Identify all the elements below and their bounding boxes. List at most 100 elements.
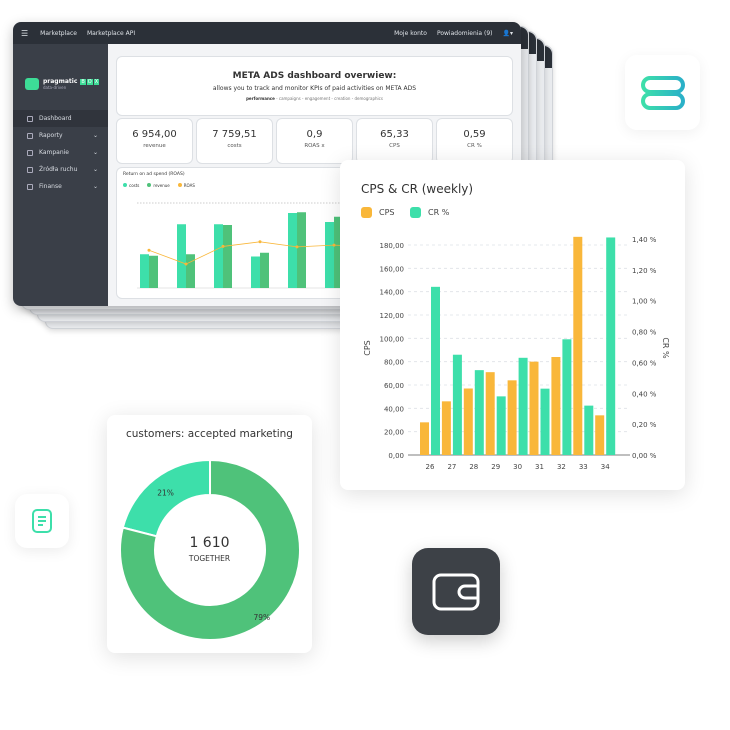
wallet-tile [412,548,500,635]
y-tick-label: 0,00 [388,452,404,460]
kpi-value: 65,33 [380,129,409,140]
tab-creation[interactable]: creation [334,96,350,101]
sidebar-item-dashboard[interactable]: Dashboard [13,110,108,127]
y-tick-label: 140,00 [380,289,405,297]
marketplace-api-link[interactable]: Marketplace API [87,30,135,37]
chevron-down-icon: ⌄ [92,183,98,190]
cr-bar [584,405,594,455]
cps-bar [485,372,495,455]
sidebar-item-finanse[interactable]: Finanse ⌄ [13,178,108,195]
costs-bar [288,213,297,288]
sidebar-item-raporty[interactable]: Raporty ⌄ [13,127,108,144]
marketplace-link[interactable]: Marketplace [40,30,77,37]
costs-bar [251,256,260,288]
tab-campaigns[interactable]: campaigns [279,96,301,101]
finance-icon [27,183,33,190]
y-tick-label: 120,00 [380,312,405,320]
logo-box-letter: O [86,79,93,85]
costs-bar [325,222,334,288]
monitor-icon [27,166,33,173]
revenue-bar [186,254,195,288]
document-tile [15,494,69,548]
cr-bar [562,339,572,455]
kpi-card-cr: 0,59 CR % [436,118,513,164]
sidebar-item-label: Dashboard [39,115,72,122]
campaign-icon [27,149,33,156]
chevron-down-icon: ⌄ [92,132,98,139]
cps-bar [551,357,561,455]
y-tick-label: 40,00 [384,405,404,413]
slice-label: 79% [253,613,270,622]
x-tick-label: 30 [513,463,522,471]
y-right-tick-label: 1,20 % [632,267,657,275]
account-link[interactable]: Moje konto [394,30,427,37]
report-icon [27,132,33,139]
donut-chart: 21% 79% [119,458,301,641]
user-icon[interactable]: 👤▾ [503,30,513,37]
y-tick-label: 20,00 [384,429,404,437]
logo[interactable]: pragmatic BOX data-driven [13,44,108,110]
y-tick-label: 160,00 [380,265,405,273]
kpi-value: 0,9 [306,129,323,140]
sidebar-item-label: Źródła ruchu [39,166,78,173]
cps-bar [529,361,539,455]
revenue-bar [149,255,158,288]
roas-point [184,262,188,266]
y-tick-label: 100,00 [380,335,405,343]
sidebar-item-kampanie[interactable]: Kampanie ⌄ [13,144,108,161]
cr-bar [540,388,550,455]
roas-point [221,244,225,248]
cr-bar [474,370,484,455]
revenue-bar [223,225,232,288]
cps-cr-chart: 0,00 20,00 40,00 60,00 80,00 100,00 120,00 140,… [363,236,670,471]
chevron-down-icon: ⌄ [92,166,98,173]
menu-icon[interactable]: ☰ [21,29,28,38]
y-right-axis-label: CR % [661,337,670,359]
y-axis-label: CPS [363,340,372,356]
x-tick-label: 32 [557,463,566,471]
cr-bar [431,286,440,455]
revenue-bar [297,212,306,288]
cps-bar [420,422,429,455]
kpi-card-costs: 7 759,51 costs [196,118,273,164]
kpi-card-revenue: 6 954,00 revenue [116,118,193,164]
roas-point [332,243,336,247]
notifications-link[interactable]: Powiadomienia (9) [437,30,493,37]
cps-bar [595,415,605,455]
logo-icon [25,78,39,90]
x-tick-label: 26 [426,463,435,471]
roas-point [147,248,151,252]
kpi-label: CPS [389,143,400,149]
y-right-tick-label: 1,40 % [632,236,657,244]
sidebar-item-label: Kampanie [39,149,69,156]
kpi-value: 7 759,51 [212,129,257,140]
donut-total-label: TOGETHER [188,554,231,563]
document-icon [32,509,52,533]
x-tick-label: 31 [535,463,544,471]
cr-bar [452,354,462,455]
costs-bar [214,224,223,288]
tab-demographics[interactable]: demographics [354,96,382,101]
slice-label: 21% [157,489,174,498]
page-subtitle: allows you to track and monitor KPIs of … [212,85,417,92]
kpi-label: revenue [143,143,166,149]
donut-chart-card: customers: accepted marketing 21% 79% 1 6… [107,415,312,653]
sidebar-item-zrodla-ruchu[interactable]: Źródła ruchu ⌄ [13,161,108,178]
tab-engagement[interactable]: engagement [305,96,330,101]
sidebar: pragmatic BOX data-driven Dashboard Rapo… [13,44,108,306]
donut-slice [121,458,211,538]
cps-bar [573,236,583,455]
cps-cr-chart-card: CPS & CR (weekly) CPS CR % 0,00 20,00 40,0… [340,160,685,490]
kpi-label: ROAS x [304,143,325,149]
stacked-bars-logo-icon [640,75,685,110]
donut-total: 1 610 [189,535,230,551]
cps-bar [463,388,473,455]
roas-point [258,240,262,244]
roas-point [295,245,299,249]
x-tick-label: 33 [579,463,588,471]
tab-performance[interactable]: performance [246,96,275,101]
y-tick-label: 60,00 [384,382,404,390]
x-tick-label: 34 [601,463,610,471]
x-tick-label: 28 [469,463,478,471]
y-right-tick-label: 0,00 % [632,452,657,460]
